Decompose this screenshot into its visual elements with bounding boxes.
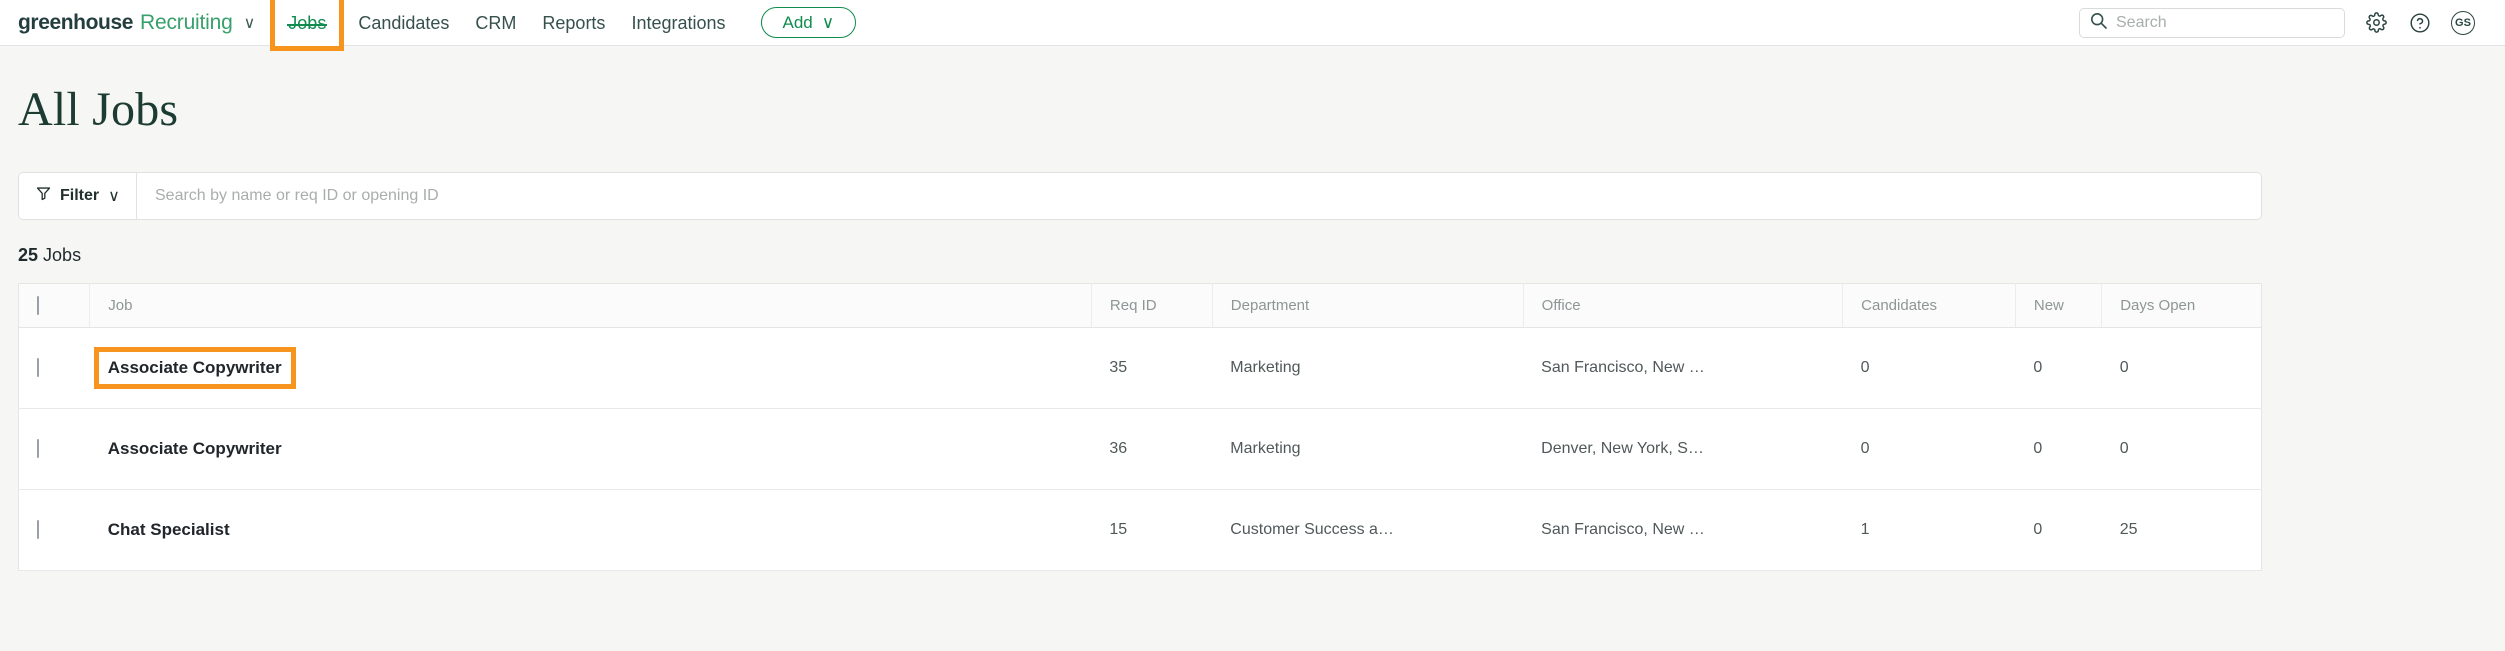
column-header-department[interactable]: Department [1212,283,1524,328]
primary-nav-links: Jobs Candidates CRM Reports Integrations [270,0,738,51]
chevron-down-icon: ∨ [108,188,120,205]
filter-button[interactable]: Filter ∨ [19,173,137,219]
cell-candidates: 1 [1842,489,2016,571]
brand-product-name: Recruiting [140,10,233,34]
page-title: All Jobs [18,83,179,136]
cell-req-id: 36 [1091,408,1213,490]
job-title-link[interactable]: Associate Copywriter [108,439,282,458]
cell-job: Chat Specialist [89,489,1092,571]
column-header-candidates[interactable]: Candidates [1842,283,2016,328]
nav-link-reports[interactable]: Reports [529,0,618,46]
cell-candidates: 0 [1842,408,2016,490]
job-title-link[interactable]: Associate Copywriter [93,347,296,389]
chevron-down-icon[interactable]: ∨ [244,13,256,33]
cell-candidates: 0 [1842,327,2016,409]
job-title-link[interactable]: Chat Specialist [108,520,230,539]
gear-icon[interactable] [2363,10,2389,36]
row-checkbox[interactable] [37,439,39,458]
cell-new: 0 [2015,327,2102,409]
select-all-header [18,283,91,328]
help-icon[interactable] [2407,10,2433,36]
cell-office: Denver, New York, S… [1523,408,1843,490]
jobs-search-placeholder: Search by name or req ID or opening ID [155,187,439,204]
funnel-icon [36,186,51,206]
avatar[interactable]: GS [2451,10,2475,35]
global-search-input[interactable]: Search [2079,7,2345,38]
search-icon [2090,12,2107,34]
chevron-down-icon: ∨ [821,12,835,32]
cell-days-open: 0 [2101,408,2262,490]
row-checkbox[interactable] [37,358,39,377]
jobs-table-body: Associate Copywriter 35 Marketing San Fr… [18,327,2262,571]
select-all-checkbox[interactable] [37,296,39,315]
cell-days-open: 25 [2101,489,2262,571]
filter-button-label: Filter [60,187,100,204]
avatar-initials: GS [2455,16,2471,29]
highlight-box-jobs-tab: Jobs [270,0,345,51]
add-button-label: Add [782,12,813,32]
brand-logo[interactable]: greenhouse Recruiting ∨ [18,11,255,35]
brand-name: greenhouse [18,10,134,34]
jobs-table: Job Req ID Department Office Candidates … [18,283,2262,571]
table-row[interactable]: Associate Copywriter 36 Marketing Denver… [18,408,2262,490]
cell-req-id: 15 [1091,489,1213,571]
cell-office: San Francisco, New … [1523,327,1843,409]
cell-new: 0 [2015,408,2102,490]
jobs-search-input[interactable]: Search by name or req ID or opening ID [137,173,2261,219]
row-checkbox[interactable] [37,520,39,539]
cell-days-open: 0 [2101,327,2262,409]
cell-office: San Francisco, New … [1523,489,1843,571]
active-tab-underline [287,23,328,26]
nav-link-jobs[interactable]: Jobs [275,13,339,33]
column-header-job[interactable]: Job [89,283,1092,328]
nav-link-candidates[interactable]: Candidates [345,0,462,46]
page-body: All Jobs Filter ∨ Search by name or req … [0,82,2505,571]
top-navigation-bar: greenhouse Recruiting ∨ Jobs Candidates … [0,0,2505,51]
table-header-row: Job Req ID Department Office Candidates … [18,283,2262,328]
cell-department: Marketing [1212,327,1524,409]
column-header-new[interactable]: New [2015,283,2103,328]
nav-link-integrations[interactable]: Integrations [618,0,738,46]
jobs-count: 25 Jobs [18,245,2487,266]
row-select-cell [18,408,90,490]
nav-link-crm[interactable]: CRM [462,0,529,46]
row-select-cell [18,489,90,571]
cell-job: Associate Copywriter [89,408,1092,490]
column-header-days-open[interactable]: Days Open [2101,283,2262,328]
row-select-cell [18,327,90,409]
table-row[interactable]: Associate Copywriter 35 Marketing San Fr… [18,327,2262,409]
cell-department: Marketing [1212,408,1524,490]
nav-right-cluster: Search GS [2079,7,2475,38]
jobs-count-label: Jobs [43,245,82,265]
cell-department: Customer Success a… [1212,489,1524,571]
jobs-table-header: Job Req ID Department Office Candidates … [18,283,2262,328]
cell-job: Associate Copywriter [89,327,1092,409]
column-header-req-id[interactable]: Req ID [1091,283,1213,328]
nav-link-jobs-label: Jobs [288,12,327,33]
column-header-office[interactable]: Office [1523,283,1844,328]
filter-bar: Filter ∨ Search by name or req ID or ope… [18,172,2262,220]
jobs-count-number: 25 [18,245,39,265]
table-row[interactable]: Chat Specialist 15 Customer Success a… S… [18,489,2262,571]
add-button[interactable]: Add ∨ [760,7,857,38]
cell-new: 0 [2015,489,2102,571]
global-search-placeholder: Search [2116,13,2167,31]
cell-req-id: 35 [1091,327,1213,409]
